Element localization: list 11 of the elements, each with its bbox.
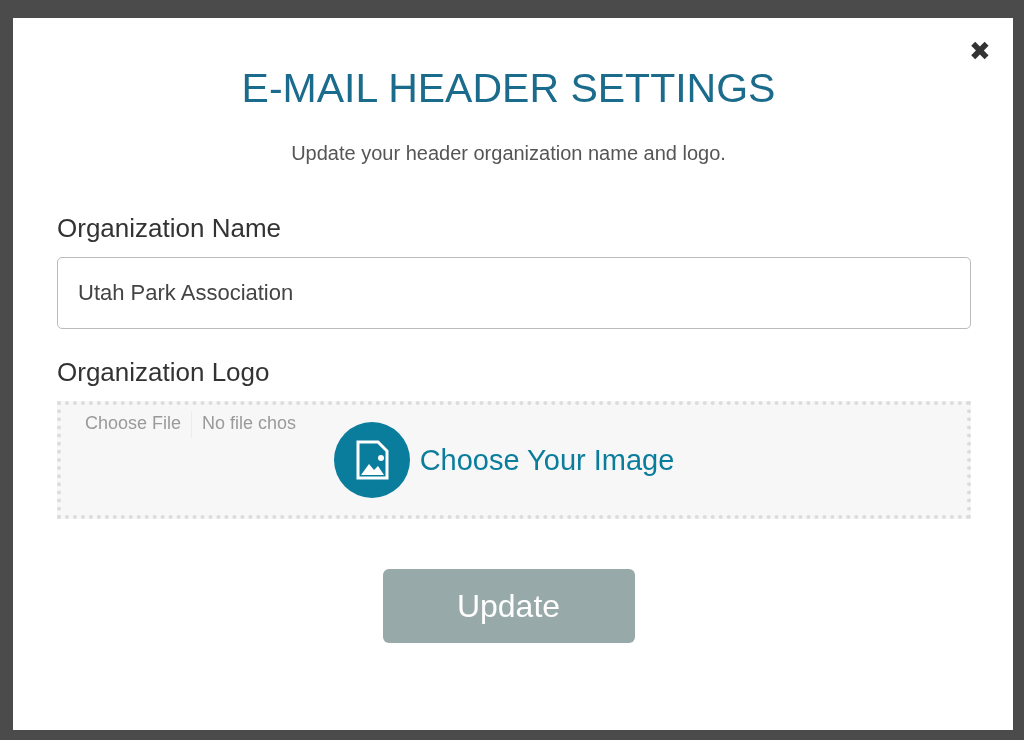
file-status: No file chos — [201, 412, 298, 435]
field-label: Organization Logo — [57, 356, 271, 389]
image-file-icon — [333, 422, 410, 498]
dialog-subtitle: Update your header organization name and logo. — [290, 141, 727, 166]
file-button[interactable]: Choose File — [75, 411, 193, 438]
close-button[interactable]: ✖ — [969, 38, 991, 64]
field-label: Organization Name — [57, 212, 282, 245]
input-field[interactable]: Utah Park Association — [57, 257, 971, 329]
choose-image-link[interactable]: Choose Your Image — [419, 443, 675, 477]
dropzone[interactable]: Choose File No file chos Choose Your Image — [57, 401, 971, 519]
dialog-title: E-MAIL HEADER SETTINGS — [240, 64, 777, 113]
